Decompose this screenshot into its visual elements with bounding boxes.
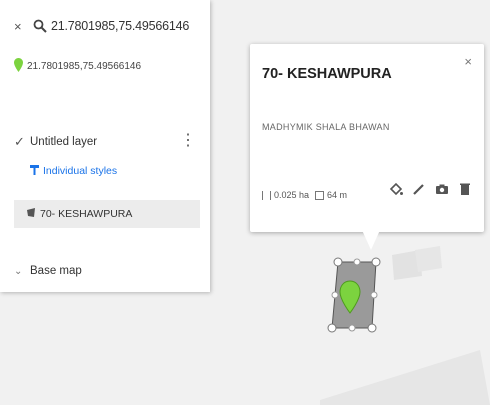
midpoint-handle[interactable] [370,291,378,299]
area-value: 0.025 ha [274,190,310,200]
layer-name[interactable]: Untitled layer [30,136,97,148]
close-icon[interactable]: × [14,19,28,34]
area-icon [262,190,271,200]
popup-measurements: 0.025 ha 64 m [262,190,347,200]
map-area-shape [320,350,490,405]
individual-styles-link[interactable]: Individual styles [30,162,117,180]
midpoint-handle[interactable] [331,291,339,299]
styles-label: Individual styles [43,165,118,177]
base-map-toggle[interactable]: ⌄ Base map [14,262,82,280]
vertex-handle[interactable] [367,323,377,333]
perimeter-value: 64 m [327,190,348,200]
search-query-text[interactable]: 21.7801985,75.49566146 [51,19,189,33]
vertex-handle[interactable] [327,323,337,333]
popup-description: MADHYMIK SHALA BHAWAN [262,122,390,132]
paint-bucket-icon [30,164,40,179]
perimeter-icon [315,190,325,200]
search-row: × 21.7801985,75.49566146 [14,16,189,36]
result-coordinates: 21.7801985,75.49566146 [27,60,142,72]
feature-list-item[interactable]: 70- KESHAWPURA [14,200,200,228]
layer-header: ✓ Untitled layer ⋮ [14,133,204,151]
close-icon[interactable]: × [464,54,472,69]
paint-bucket-icon[interactable] [389,181,403,197]
trash-icon[interactable] [458,181,472,197]
location-pin-icon [14,57,23,75]
chevron-icon: ⌄ [14,265,23,277]
edit-icon[interactable] [412,181,426,197]
feature-name: 70- KESHAWPURA [40,208,133,220]
side-panel: × 21.7801985,75.49566146 21.7801985,75.4… [0,0,210,292]
polygon-icon [26,207,36,221]
vertex-handle[interactable] [371,257,381,267]
building-shape [415,246,442,272]
midpoint-handle[interactable] [353,258,361,266]
camera-icon[interactable] [435,181,449,197]
feature-info-popup: 70- KESHAWPURA × MADHYMIK SHALA BHAWAN 0… [250,44,484,232]
vertex-handle[interactable] [333,257,343,267]
base-map-label: Base map [30,265,82,277]
popup-title: 70- KESHAWPURA [262,66,392,82]
search-icon[interactable] [33,19,47,33]
more-vert-icon[interactable]: ⋮ [180,133,196,149]
search-result-item[interactable]: 21.7801985,75.49566146 [14,56,141,76]
checkbox-icon[interactable]: ✓ [14,134,30,150]
popup-actions [389,181,472,197]
popup-pointer [362,230,380,250]
midpoint-handle[interactable] [348,324,356,332]
